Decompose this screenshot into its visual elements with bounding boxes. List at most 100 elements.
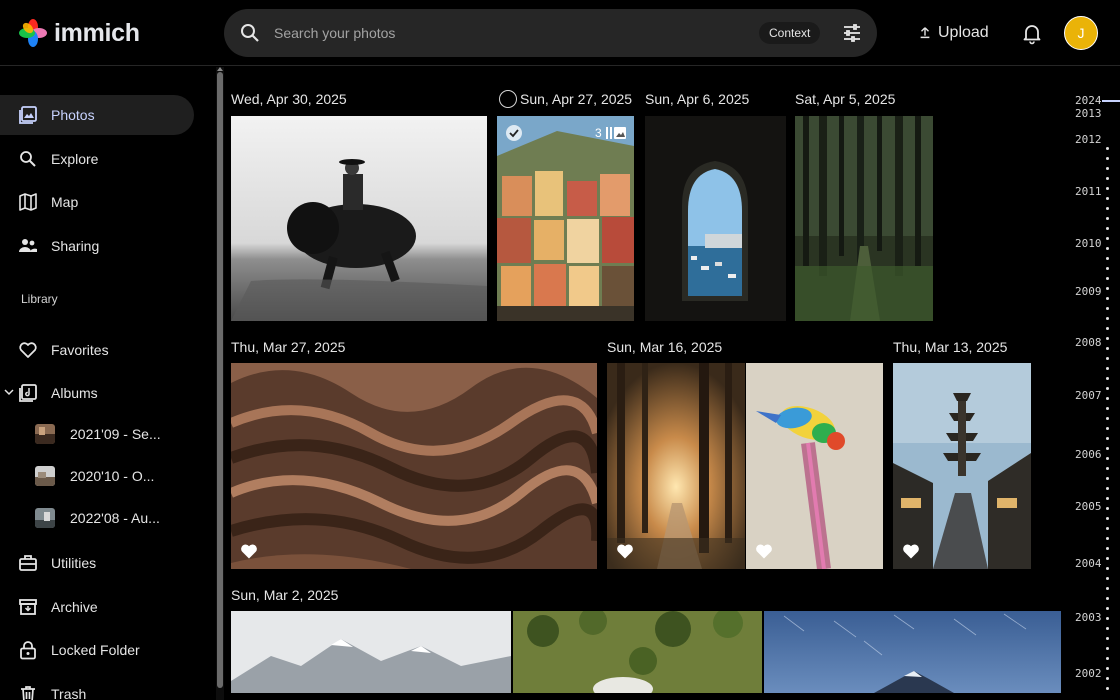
photo-thumbnail-cinque-terre[interactable]: 3	[497, 116, 634, 321]
scrubber-month-dot	[1106, 607, 1109, 610]
scrubber-month-dot	[1106, 357, 1109, 360]
scrubber-month-dot	[1106, 147, 1109, 150]
photo-thumbnail-brown-waves[interactable]	[231, 363, 597, 569]
scrubber-month-dot	[1106, 467, 1109, 470]
sidebar-item-albums[interactable]: Albums	[0, 373, 194, 413]
upload-button[interactable]: Upload	[918, 20, 989, 46]
scrubber-year[interactable]: 2005	[1075, 500, 1102, 513]
scrubber-month-dot	[1106, 277, 1109, 280]
photo-thumbnail-star-trails[interactable]	[764, 611, 1061, 693]
scrubber-month-dot	[1106, 257, 1109, 260]
search-input[interactable]	[274, 21, 754, 45]
photo-thumbnail-aerial-forest[interactable]	[513, 611, 762, 693]
scrubber-month-dot	[1106, 637, 1109, 640]
photo-thumbnail-sunlit-forest[interactable]	[607, 363, 745, 569]
sidebar-scrollbar[interactable]	[216, 67, 224, 700]
sidebar-item-archive[interactable]: Archive	[0, 587, 194, 627]
scrubber-year[interactable]: 2024	[1075, 94, 1102, 107]
album-label: 2020'10 - O...	[70, 468, 155, 484]
scrubber-month-dot	[1106, 297, 1109, 300]
search-icon[interactable]	[238, 21, 262, 45]
date-group-heading: Sun, Apr 6, 2025	[645, 91, 750, 107]
scrubber-year[interactable]: 2006	[1075, 448, 1102, 461]
select-group-circle-icon[interactable]	[499, 90, 517, 108]
photo-thumbnail-arch-harbor[interactable]	[645, 116, 786, 321]
photo-thumbnail-pagoda-street[interactable]	[893, 363, 1031, 569]
scrubber-month-dot	[1106, 207, 1109, 210]
map-icon	[19, 193, 37, 211]
scrubber-month-dot	[1106, 187, 1109, 190]
archive-icon	[19, 599, 37, 615]
scrubber-year[interactable]: 2009	[1075, 285, 1102, 298]
immich-logo[interactable]: immich	[18, 17, 140, 49]
chevron-down-icon[interactable]	[4, 387, 14, 397]
photo-thumbnail-forest-path[interactable]	[795, 116, 933, 321]
date-group-heading: Thu, Mar 27, 2025	[231, 339, 346, 355]
date-group-heading: Sun, Apr 27, 2025	[520, 91, 633, 107]
scrubber-month-dot	[1106, 627, 1109, 630]
user-avatar[interactable]: J	[1064, 16, 1098, 50]
scrubber-year[interactable]: 2010	[1075, 237, 1102, 250]
search-options-icon[interactable]	[840, 21, 864, 45]
scrubber-month-dot	[1106, 477, 1109, 480]
toolbox-icon	[19, 555, 37, 571]
favorite-heart-icon[interactable]	[615, 541, 635, 561]
upload-label: Upload	[938, 24, 989, 41]
album-item[interactable]: 2022'08 - Au...	[0, 499, 194, 537]
scrubber-year[interactable]: 2013	[1075, 107, 1102, 120]
photo-thumbnail-cowboy-bison[interactable]	[231, 116, 487, 321]
sidebar-item-photos[interactable]: Photos	[0, 95, 194, 135]
sidebar-item-sharing[interactable]: Sharing	[0, 226, 194, 266]
photo-thumbnail-colorful-bird[interactable]	[746, 363, 883, 569]
scrubber-month-dot	[1106, 617, 1109, 620]
scrubber-year[interactable]: 2004	[1075, 557, 1102, 570]
scrubber-month-dot	[1106, 337, 1109, 340]
album-thumbnail	[35, 424, 55, 444]
sidebar-item-label: Favorites	[51, 342, 109, 358]
scrubber-year[interactable]: 2002	[1075, 667, 1102, 680]
sidebar-item-map[interactable]: Map	[0, 182, 194, 222]
sidebar-item-label: Utilities	[51, 555, 97, 571]
scrollbar-thumb[interactable]	[217, 72, 223, 688]
timeline-scrubber[interactable]: 2024 2013 2012 2011 2010 2009 2008 2007 …	[1062, 67, 1120, 700]
sidebar-item-trash[interactable]: Trash	[0, 674, 194, 700]
scrubber-year[interactable]: 2011	[1075, 185, 1102, 198]
favorite-heart-icon[interactable]	[239, 541, 259, 561]
bell-icon[interactable]	[1020, 21, 1044, 45]
date-group-heading: Sat, Apr 5, 2025	[795, 91, 896, 107]
scrubber-month-dot	[1106, 447, 1109, 450]
sidebar-item-label: Locked Folder	[51, 642, 140, 658]
top-bar: immich Context Upload J	[0, 0, 1120, 66]
sidebar-item-label: Photos	[51, 107, 95, 123]
scrubber-month-dot	[1106, 597, 1109, 600]
sidebar-item-utilities[interactable]: Utilities	[0, 543, 194, 583]
album-item[interactable]: 2020'10 - O...	[0, 457, 194, 495]
selection-check-icon[interactable]	[505, 124, 523, 142]
scrubber-month-dot	[1106, 287, 1109, 290]
sidebar-item-locked-folder[interactable]: Locked Folder	[0, 630, 194, 670]
scrubber-year[interactable]: 2008	[1075, 336, 1102, 349]
scrubber-month-dot	[1106, 557, 1109, 560]
favorite-heart-icon[interactable]	[754, 541, 774, 561]
scrubber-month-dot	[1106, 577, 1109, 580]
sidebar-item-explore[interactable]: Explore	[0, 139, 194, 179]
lock-icon	[20, 641, 36, 660]
upload-icon	[920, 27, 930, 39]
scrubber-year[interactable]: 2007	[1075, 389, 1102, 402]
album-thumbnail	[35, 466, 55, 486]
scrubber-year[interactable]: 2003	[1075, 611, 1102, 624]
search-bar[interactable]: Context	[224, 9, 877, 57]
sidebar-item-favorites[interactable]: Favorites	[0, 330, 194, 370]
context-search-chip[interactable]: Context	[759, 22, 821, 44]
sidebar-item-label: Albums	[51, 385, 98, 401]
favorite-heart-icon[interactable]	[901, 541, 921, 561]
album-item[interactable]: 2021'09 - Se...	[0, 415, 194, 453]
scrubber-month-dot	[1106, 247, 1109, 250]
photo-thumbnail-snowy-peaks[interactable]	[231, 611, 511, 693]
stack-indicator: 3	[595, 126, 627, 140]
library-section-label: Library	[21, 292, 58, 306]
scroll-up-arrow-icon[interactable]	[217, 67, 223, 71]
scrubber-year[interactable]: 2012	[1075, 133, 1102, 146]
scrubber-month-dot	[1106, 457, 1109, 460]
scrubber-month-dot	[1106, 367, 1109, 370]
